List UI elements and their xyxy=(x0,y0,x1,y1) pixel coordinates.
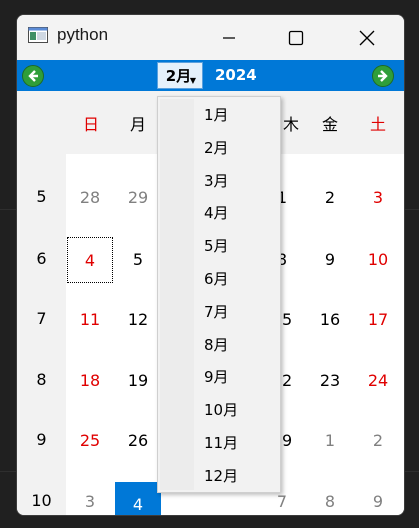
week-number: 10 xyxy=(31,491,52,510)
month-menu-item[interactable]: 10月 xyxy=(196,395,276,425)
day-cell[interactable]: 5 xyxy=(115,237,161,283)
weekday-saturday: 土 xyxy=(369,115,386,134)
day-cell[interactable]: 3 xyxy=(355,175,401,221)
day-cell[interactable]: 28 xyxy=(67,175,113,221)
day-cell[interactable]: 23 xyxy=(307,358,353,404)
day-cell[interactable]: 12 xyxy=(115,297,161,343)
day-cell[interactable]: 29 xyxy=(115,175,161,221)
week-number: 6 xyxy=(36,249,47,268)
day-cell[interactable]: 3 xyxy=(67,479,113,515)
maximize-icon xyxy=(288,30,304,45)
week-number-column: 5 6 7 8 9 10 xyxy=(17,154,66,515)
month-menu-item[interactable]: 2月 xyxy=(196,133,276,163)
python-tk-app-icon xyxy=(28,27,48,43)
calendar-header: 2月 ▼ 2024 xyxy=(17,60,404,91)
window-title: python xyxy=(57,25,109,44)
day-cell[interactable]: 24 xyxy=(355,358,401,404)
previous-month-button[interactable] xyxy=(22,65,44,87)
day-cell[interactable]: 16 xyxy=(307,297,353,343)
minimize-icon xyxy=(223,36,235,39)
day-cell[interactable]: 1 xyxy=(307,418,353,464)
day-cell[interactable]: 11 xyxy=(67,297,113,343)
day-cell[interactable]: 8 xyxy=(307,479,353,515)
month-selector-button[interactable]: 2月 ▼ xyxy=(157,62,203,89)
next-month-button[interactable] xyxy=(372,65,394,87)
menu-icon-gutter xyxy=(160,99,194,490)
month-label: 2月 xyxy=(165,67,192,85)
month-menu-item[interactable]: 3月 xyxy=(196,166,276,196)
month-menu-item[interactable]: 1月 xyxy=(196,100,276,130)
day-cell[interactable]: 9 xyxy=(355,479,401,515)
day-cell[interactable]: 17 xyxy=(355,297,401,343)
day-cell[interactable]: 2 xyxy=(355,418,401,464)
week-number: 7 xyxy=(36,309,47,328)
day-cell[interactable]: 25 xyxy=(67,418,113,464)
title-bar[interactable]: python xyxy=(17,15,404,60)
day-cell[interactable]: 4 xyxy=(67,237,113,283)
close-button[interactable] xyxy=(344,15,390,60)
arrow-left-icon xyxy=(28,70,38,82)
minimize-button[interactable] xyxy=(206,15,252,60)
day-cell[interactable]: 9 xyxy=(307,237,353,283)
weekday-monday: 月 xyxy=(129,115,146,134)
month-menu-item[interactable]: 11月 xyxy=(196,428,276,458)
weekday-sunday: 日 xyxy=(82,115,99,134)
day-cell[interactable]: 2 xyxy=(307,175,353,221)
weekday-friday: 金 xyxy=(321,115,338,134)
month-menu-item[interactable]: 4月 xyxy=(196,198,276,228)
month-menu-item[interactable]: 5月 xyxy=(196,231,276,261)
day-cell[interactable]: 26 xyxy=(115,418,161,464)
month-menu-item[interactable]: 9月 xyxy=(196,362,276,392)
week-number: 9 xyxy=(36,430,47,449)
month-dropdown-menu: 1月 2月 3月 4月 5月 6月 7月 8月 9月 10月 11月 12月 xyxy=(157,96,281,493)
month-menu-item[interactable]: 6月 xyxy=(196,264,276,294)
day-cell[interactable]: 4 xyxy=(115,482,161,515)
caret-down-icon: ▼ xyxy=(189,76,196,85)
calendar-window: python 2月 ▼ 2024 日 月 木 金 土 5 6 7 8 9 10 … xyxy=(16,14,405,516)
arrow-right-icon xyxy=(378,70,388,82)
day-cell[interactable]: 10 xyxy=(355,237,401,283)
month-menu-item[interactable]: 7月 xyxy=(196,297,276,327)
month-menu-item[interactable]: 8月 xyxy=(196,330,276,360)
week-number: 5 xyxy=(36,187,47,206)
month-menu-item[interactable]: 12月 xyxy=(196,461,276,491)
day-cell[interactable]: 18 xyxy=(67,358,113,404)
maximize-button[interactable] xyxy=(273,15,319,60)
close-icon xyxy=(359,30,375,45)
year-label[interactable]: 2024 xyxy=(215,66,257,84)
week-number: 8 xyxy=(36,370,47,389)
day-cell[interactable]: 19 xyxy=(115,358,161,404)
